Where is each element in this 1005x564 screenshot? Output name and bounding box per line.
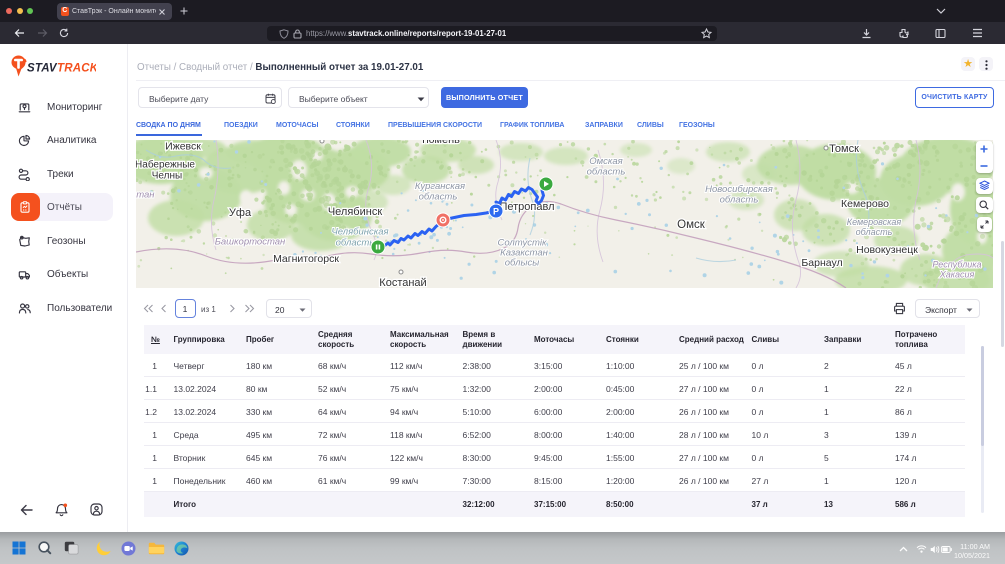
svg-text:Челябинская: Челябинская: [331, 227, 388, 238]
svg-text:Барнаул: Барнаул: [801, 257, 842, 269]
svg-text:Челябинск: Челябинск: [328, 206, 382, 218]
svg-text:Новосибирская: Новосибирская: [705, 184, 773, 195]
svg-text:область: область: [587, 167, 626, 178]
svg-text:Новокузнецк: Новокузнецк: [856, 244, 918, 256]
svg-text:Томск: Томск: [829, 143, 859, 155]
svg-text:STAV: STAV: [27, 63, 58, 75]
svg-text:область: область: [720, 195, 759, 206]
svg-text:облысы: облысы: [505, 258, 540, 269]
svg-text:Петропавл: Петропавл: [499, 201, 554, 213]
svg-text:Омск: Омск: [677, 219, 706, 231]
svg-text:Хакасия: Хакасия: [939, 270, 975, 280]
svg-text:Кемеровская: Кемеровская: [847, 217, 902, 227]
svg-text:TRACK: TRACK: [57, 63, 96, 75]
svg-text:Набережные: Набережные: [136, 159, 195, 171]
svg-text:P: P: [493, 207, 499, 217]
svg-text:Башкортостан: Башкортостан: [215, 237, 286, 248]
svg-text:Костанай: Костанай: [379, 277, 426, 288]
svg-text:Республика: Республика: [932, 260, 981, 270]
svg-text:область: область: [856, 227, 893, 237]
svg-text:область: область: [336, 238, 375, 249]
svg-text:стан: стан: [136, 190, 155, 201]
svg-text:Кемерово: Кемерово: [841, 198, 889, 210]
svg-text:Ижевск: Ижевск: [165, 141, 201, 153]
svg-text:Тюмень: Тюмень: [420, 140, 460, 146]
svg-text:область: область: [419, 192, 458, 203]
svg-text:Омская: Омская: [589, 156, 622, 167]
svg-text:Магнитогорск: Магнитогорск: [273, 253, 339, 265]
svg-text:Челны: Челны: [152, 171, 182, 182]
svg-text:Курганская: Курганская: [415, 181, 465, 192]
svg-text:Уфа: Уфа: [229, 207, 252, 219]
